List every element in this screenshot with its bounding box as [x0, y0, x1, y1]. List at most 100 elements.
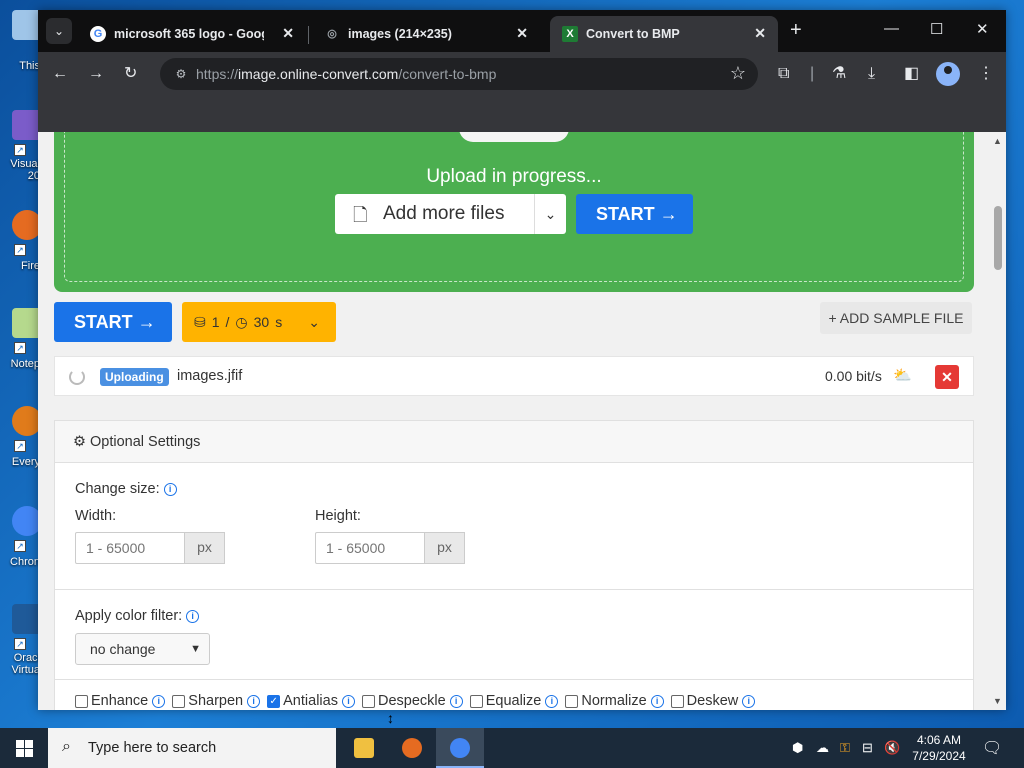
- checkbox-checked-icon[interactable]: ✓: [267, 694, 281, 708]
- info-icon[interactable]: i: [186, 609, 200, 623]
- menu-kebab-icon[interactable]: ⋮: [978, 64, 994, 84]
- time-limit-value: 30: [253, 314, 270, 330]
- info-icon[interactable]: i: [247, 694, 261, 708]
- profile-avatar-icon[interactable]: [936, 62, 960, 86]
- checkbox-antialias[interactable]: ✓ Antialias i: [267, 693, 355, 709]
- checkbox-box[interactable]: [469, 694, 483, 708]
- shortcut-arrow-icon: ↗: [14, 144, 26, 156]
- forward-icon[interactable]: →: [88, 64, 104, 84]
- add-sample-file-button[interactable]: + ADD SAMPLE FILE: [820, 302, 972, 334]
- checkbox-box[interactable]: [670, 694, 684, 708]
- taskbar-firefox[interactable]: [388, 728, 436, 768]
- checkbox-equalize[interactable]: Equalize i: [469, 693, 559, 709]
- taskbar-search-box[interactable]: ⌕ Type here to search: [48, 728, 336, 768]
- close-window-icon[interactable]: ✕: [976, 20, 989, 38]
- checkbox-sharpen[interactable]: Sharpen i: [172, 693, 261, 709]
- chevron-down-icon[interactable]: ⌄: [534, 194, 566, 234]
- download-icon[interactable]: ⤓: [868, 64, 875, 84]
- remove-file-button[interactable]: ✕: [935, 365, 959, 389]
- info-icon[interactable]: i: [449, 694, 463, 708]
- minimize-icon[interactable]: —: [884, 20, 899, 37]
- width-input[interactable]: [75, 532, 185, 564]
- info-icon[interactable]: i: [545, 694, 559, 708]
- limits-dropdown[interactable]: ⛁ 1 / ◷ 30 s ⌄: [182, 302, 336, 342]
- reload-icon[interactable]: ↻: [124, 64, 137, 84]
- volume-muted-icon[interactable]: 🔇: [884, 740, 900, 756]
- add-more-files-button[interactable]: 🗋 Add more files ⌄: [335, 194, 566, 234]
- info-icon[interactable]: i: [742, 694, 756, 708]
- new-tab-icon[interactable]: +: [790, 20, 802, 40]
- tab-google-search[interactable]: G microsoft 365 logo - Google S ✕: [78, 16, 306, 52]
- checkbox-box[interactable]: [361, 694, 375, 708]
- labs-flask-icon[interactable]: ⚗: [832, 64, 846, 84]
- back-icon[interactable]: ←: [52, 64, 68, 84]
- info-icon[interactable]: i: [341, 694, 355, 708]
- mouse-cursor-icon: ↕: [387, 710, 394, 726]
- scrollbar-thumb[interactable]: [994, 206, 1002, 270]
- page-scrollbar[interactable]: ▲ ▼: [990, 132, 1006, 710]
- shortcut-arrow-icon: ↗: [14, 540, 26, 552]
- scroll-down-icon[interactable]: ▼: [993, 696, 1002, 706]
- tray-key-icon[interactable]: ⚿: [840, 740, 850, 756]
- scroll-up-icon[interactable]: ▲: [993, 136, 1002, 146]
- address-bar[interactable]: ⚙ https://image.online-convert.com/conve…: [160, 58, 758, 90]
- height-label: Height:: [315, 508, 361, 524]
- extensions-icon[interactable]: ⧉: [778, 64, 789, 84]
- chevron-down-icon: ▼: [190, 643, 201, 655]
- height-input[interactable]: [315, 532, 425, 564]
- info-icon[interactable]: i: [650, 694, 664, 708]
- close-tab-icon[interactable]: ✕: [282, 25, 294, 42]
- maximize-icon[interactable]: ☐: [930, 20, 943, 38]
- side-panel-icon[interactable]: ◧: [904, 64, 919, 84]
- start-menu-button[interactable]: [0, 728, 48, 768]
- url-text[interactable]: https://image.online-convert.com/convert…: [196, 66, 496, 82]
- checkbox-label: Antialias: [283, 693, 338, 709]
- checkbox-box[interactable]: [565, 694, 579, 708]
- search-icon: ⌕: [62, 738, 71, 755]
- enhancement-checkboxes: Enhance i Sharpen i ✓ Antialias i Despeckle i…: [75, 693, 955, 710]
- color-filter-select[interactable]: no change ▼: [75, 633, 210, 665]
- checkbox-label: Deskew: [686, 693, 739, 709]
- cloud-upload-icon: ⛅: [893, 367, 912, 384]
- notification-icon[interactable]: 🗨: [982, 738, 1002, 758]
- browser-toolbar: ← → ↻ ⚙ https://image.online-convert.com…: [38, 52, 1006, 96]
- checkbox-despeckle[interactable]: Despeckle i: [361, 693, 463, 709]
- upload-drop-zone[interactable]: Upload in progress... 🗋 Add more files ⌄…: [54, 132, 974, 292]
- start-button[interactable]: START →: [54, 302, 172, 342]
- taskbar-clock[interactable]: 4:06 AM 7/29/2024: [904, 732, 974, 764]
- info-icon[interactable]: i: [152, 694, 166, 708]
- start-button-upload-zone[interactable]: START →: [576, 194, 693, 234]
- loading-spinner-icon: [69, 369, 85, 385]
- network-icon[interactable]: ☁: [816, 740, 829, 756]
- width-unit-addon: px: [185, 532, 225, 564]
- checkbox-deskew[interactable]: Deskew i: [670, 693, 756, 709]
- checkbox-box[interactable]: [172, 694, 186, 708]
- tab-images[interactable]: ◎ images (214×235) ✕: [312, 16, 540, 52]
- checkbox-normalize[interactable]: Normalize i: [565, 693, 664, 709]
- taskbar-file-explorer[interactable]: [340, 728, 388, 768]
- info-icon[interactable]: i: [163, 482, 177, 496]
- tab-convert-to-bmp[interactable]: X Convert to BMP ✕: [550, 16, 778, 52]
- bookmark-star-icon[interactable]: ☆: [730, 63, 746, 84]
- windows-logo-icon: [25, 740, 33, 748]
- optional-settings-header: ⚙ Optional Settings: [55, 421, 973, 463]
- optional-settings-title: Optional Settings: [90, 434, 201, 450]
- close-tab-icon[interactable]: ✕: [516, 25, 528, 42]
- taskbar: ⌕ Type here to search ⬢ ☁ ⚿ ⊟ 🔇 4:06 AM …: [0, 728, 1024, 768]
- checkbox-enhance[interactable]: Enhance i: [75, 693, 166, 709]
- close-tab-icon[interactable]: ✕: [754, 25, 766, 42]
- section-divider: [55, 679, 973, 680]
- desktop-icon-label: Notep: [10, 358, 40, 370]
- shortcut-arrow-icon: ↗: [14, 440, 26, 452]
- page-content: Upload in progress... 🗋 Add more files ⌄…: [38, 132, 1006, 710]
- tray-app-icon[interactable]: ⬢: [792, 740, 803, 756]
- url-prefix: https://: [196, 66, 239, 82]
- google-favicon-icon: G: [90, 26, 106, 42]
- add-sample-label: ADD SAMPLE FILE: [839, 310, 964, 326]
- taskbar-chrome[interactable]: [436, 728, 484, 768]
- site-info-icon[interactable]: ⚙: [172, 65, 190, 83]
- tab-search-button[interactable]: ⌄: [46, 18, 72, 44]
- upload-speed: 0.00 bit/s: [825, 368, 882, 384]
- ethernet-icon[interactable]: ⊟: [862, 740, 873, 756]
- checkbox-box[interactable]: [75, 694, 88, 708]
